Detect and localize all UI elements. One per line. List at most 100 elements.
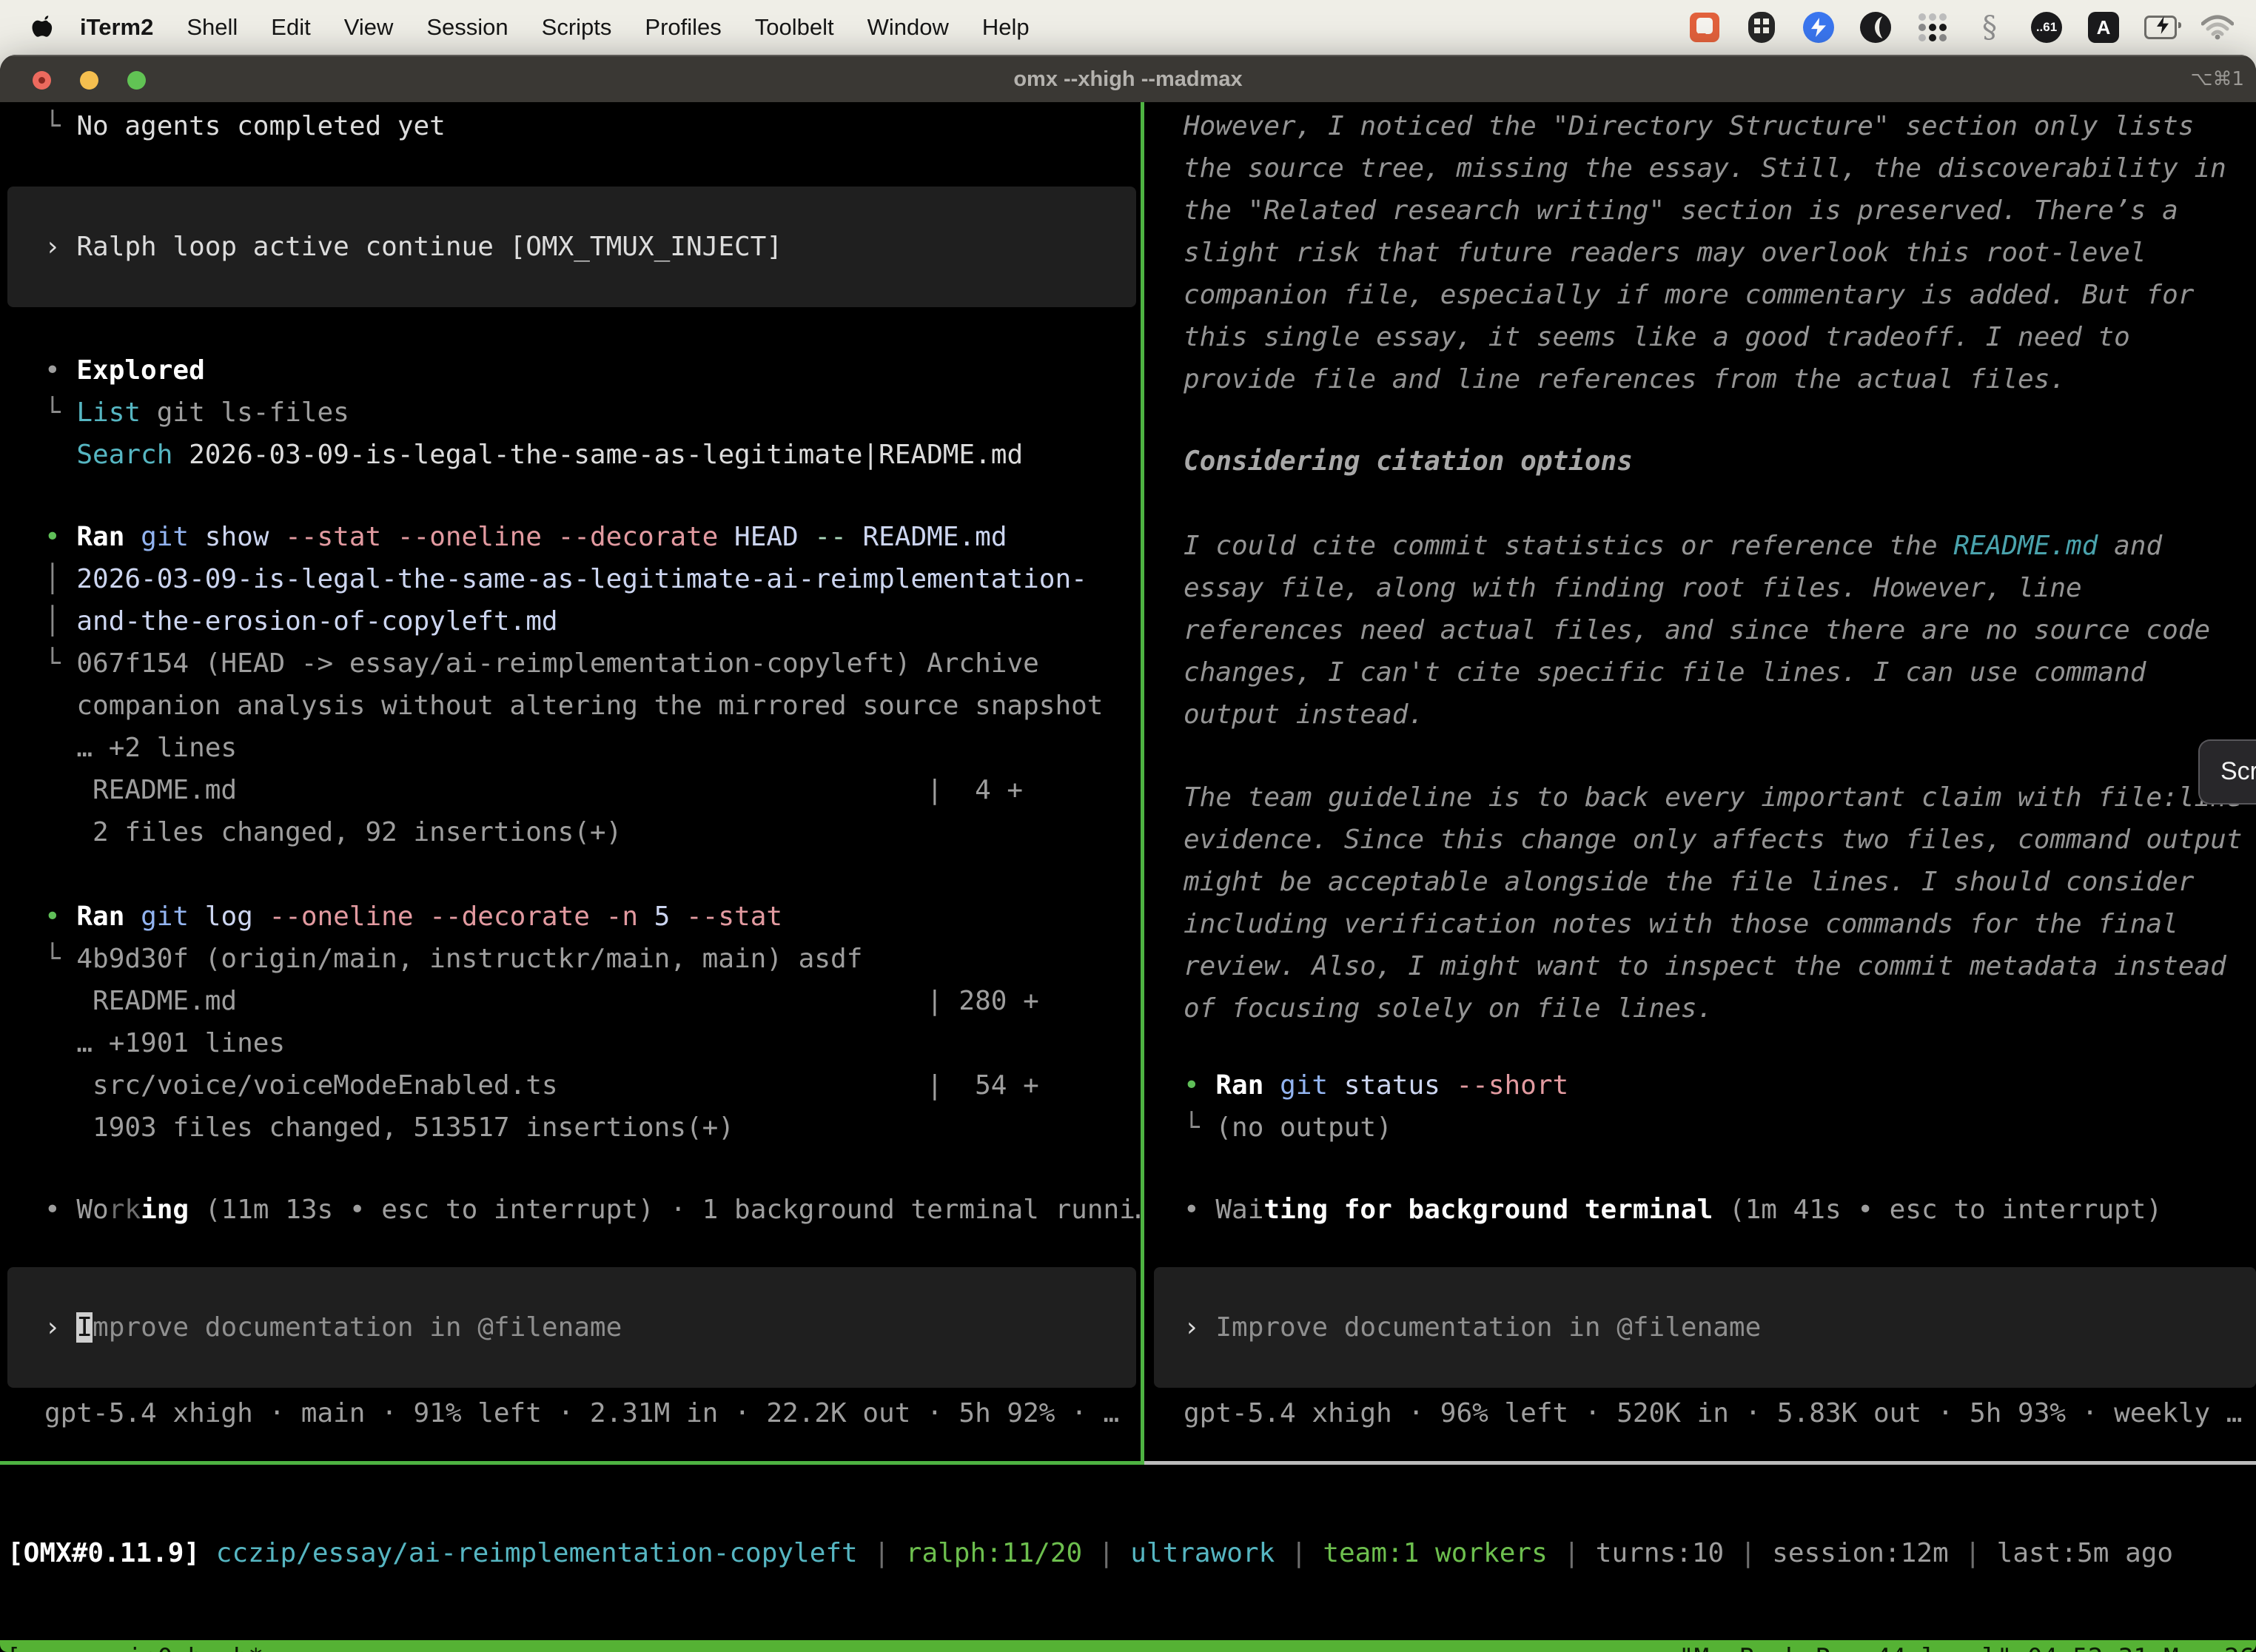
terminal-line: • Explored — [44, 349, 1141, 392]
terminal-block: Considering citation options — [1184, 440, 2256, 483]
terminal-block: However, I noticed the "Directory Struct… — [1184, 105, 2256, 400]
menu-item-help[interactable]: Help — [982, 14, 1030, 41]
dots-grid-icon[interactable] — [1916, 11, 1949, 44]
terminal-block: • Ran git show --stat --oneline --decora… — [44, 516, 1141, 853]
terminal-line: 1903 files changed, 513517 insertions(+) — [44, 1107, 1141, 1149]
terminal-line: might be acceptable alongside the file l… — [1184, 861, 2256, 903]
messenger-icon[interactable] — [1802, 11, 1835, 44]
terminal-line: of focusing solely on file lines. — [1184, 987, 2256, 1030]
terminal-block: └ No agents completed yet — [44, 105, 1141, 147]
menu-item-view[interactable]: View — [344, 14, 394, 41]
terminal-line: slight risk that future readers may over… — [1184, 232, 2256, 274]
terminal-block: gpt-5.4 xhigh · 96% left · 520K in · 5.8… — [1184, 1392, 2256, 1434]
terminal-line: [OMX#0.11.9] cczip/essay/ai-reimplementa… — [7, 1532, 2250, 1574]
terminal-line: The team guideline is to back every impo… — [1184, 776, 2256, 819]
menubar: iTerm2 Shell Edit View Session Scripts Profile… — [0, 0, 2256, 55]
terminal-line: └ 067f154 (HEAD -> essay/ai-reimplementa… — [44, 642, 1141, 685]
tmux-session-label: [omx-cczip0:bash* — [6, 1643, 263, 1652]
terminal-line: changes, I can't cite specific file line… — [1184, 651, 2256, 694]
terminal-line: • Ran git log --oneline --decorate -n 5 … — [44, 896, 1141, 938]
terminal-line: review. Also, I might want to inspect th… — [1184, 945, 2256, 987]
crescent-icon[interactable] — [1859, 11, 1892, 44]
terminal-line: 2 files changed, 92 insertions(+) — [44, 811, 1141, 853]
terminal-line: this single essay, it seems like a good … — [1184, 316, 2256, 358]
menu-item-profiles[interactable]: Profiles — [645, 14, 721, 41]
terminal-line: README.md | 280 + — [44, 980, 1141, 1022]
terminal-line: … +2 lines — [44, 727, 1141, 769]
terminal-line: essay file, along with finding root file… — [1184, 567, 2256, 609]
terminal-line: └ (no output) — [1184, 1107, 2256, 1149]
menu-item-toolbelt[interactable]: Toolbelt — [755, 14, 834, 41]
iterm-window: omx --xhigh --madmax ⌥⌘1 └ No agents com… — [0, 55, 2256, 1652]
omx-status-bar: [OMX#0.11.9] cczip/essay/ai-reimplementa… — [7, 1532, 2250, 1574]
timer-badge-icon[interactable]: ..61 — [2030, 11, 2063, 44]
terminal-line: references need actual files, and since … — [1184, 609, 2256, 651]
tmux-status-bar: [omx-cczip0:bash* "MacBook-Pro-44.local"… — [0, 1640, 2256, 1652]
terminal-line: › Improve documentation in @filename — [44, 1306, 1136, 1349]
prompt-input-box[interactable]: › Ralph loop active continue [OMX_TMUX_I… — [7, 187, 1136, 307]
titlebar[interactable]: omx --xhigh --madmax ⌥⌘1 — [0, 55, 2256, 102]
terminal-block: • Waiting for background terminal (1m 41… — [1184, 1189, 2256, 1231]
terminal-line: … +1901 lines — [44, 1022, 1141, 1064]
terminal-line: the "Related research writing" section i… — [1184, 189, 2256, 232]
tmux-host-clock: "MacBook-Pro-44.local" 04:52 31-Mar-26 — [1679, 1643, 2255, 1652]
shield-icon[interactable] — [1745, 11, 1778, 44]
terminal-line: • Ran git show --stat --oneline --decora… — [44, 516, 1141, 558]
terminal-block: • Ran git status --short└ (no output) — [1184, 1064, 2256, 1149]
terminal-line: I could cite commit statistics or refere… — [1184, 525, 2256, 567]
terminal-line: companion analysis without altering the … — [44, 685, 1141, 727]
menu-item-iterm2[interactable]: iTerm2 — [80, 14, 153, 41]
right-terminal-pane[interactable]: However, I noticed the "Directory Struct… — [1147, 102, 2256, 1461]
battery-icon[interactable] — [2144, 11, 2177, 44]
screen-notification-sliver[interactable]: Scre — [2198, 739, 2256, 805]
terminal-line: › Improve documentation in @filename — [1184, 1306, 2256, 1349]
terminal-line: • Working (11m 13s • esc to interrupt) ·… — [44, 1189, 1141, 1231]
terminal-line: companion file, especially if more comme… — [1184, 274, 2256, 316]
wifi-icon[interactable] — [2201, 11, 2234, 44]
screenshot-icon[interactable] — [1688, 11, 1721, 44]
terminal-block: The team guideline is to back every impo… — [1184, 776, 2256, 1030]
terminal-line: Considering citation options — [1184, 440, 2256, 483]
terminal-block: • Explored└ List git ls-files Search 202… — [44, 349, 1141, 476]
keyboard-layout-icon[interactable]: A — [2087, 11, 2120, 44]
terminal-line: • Waiting for background terminal (1m 41… — [1184, 1189, 2256, 1231]
terminal-line: the source tree, missing the essay. Stil… — [1184, 147, 2256, 189]
menu-item-edit[interactable]: Edit — [271, 14, 310, 41]
apple-icon — [31, 14, 53, 41]
terminal-line: gpt-5.4 xhigh · main · 91% left · 2.31M … — [44, 1392, 1141, 1434]
pane-divider[interactable] — [1141, 102, 1144, 1465]
terminal-line: provide file and line references from th… — [1184, 358, 2256, 400]
terminal-line: including verification notes with those … — [1184, 903, 2256, 945]
hook-icon[interactable]: § — [1973, 11, 2006, 44]
terminal-line: └ No agents completed yet — [44, 105, 1141, 147]
terminal-line: However, I noticed the "Directory Struct… — [1184, 105, 2256, 147]
menu-item-shell[interactable]: Shell — [187, 14, 238, 41]
menu-item-window[interactable]: Window — [867, 14, 949, 41]
terminal-line: └ 4b9d30f (origin/main, instructkr/main,… — [44, 938, 1141, 980]
terminal-area: └ No agents completed yet › Ralph loop ac… — [0, 102, 2256, 1652]
terminal-block: • Working (11m 13s • esc to interrupt) ·… — [44, 1189, 1141, 1231]
terminal-line: › Ralph loop active continue [OMX_TMUX_I… — [44, 226, 1136, 268]
left-terminal-pane[interactable]: └ No agents completed yet › Ralph loop ac… — [0, 102, 1141, 1461]
menu-item-scripts[interactable]: Scripts — [542, 14, 612, 41]
terminal-block: I could cite commit statistics or refere… — [1184, 525, 2256, 736]
terminal-block: • Ran git log --oneline --decorate -n 5 … — [44, 896, 1141, 1149]
terminal-block: gpt-5.4 xhigh · main · 91% left · 2.31M … — [44, 1392, 1141, 1434]
terminal-line: gpt-5.4 xhigh · 96% left · 520K in · 5.8… — [1184, 1392, 2256, 1434]
menu-item-session[interactable]: Session — [426, 14, 508, 41]
apple-menu[interactable] — [31, 14, 53, 41]
terminal-line: output instead. — [1184, 694, 2256, 736]
terminal-line: evidence. Since this change only affects… — [1184, 819, 2256, 861]
window-title: omx --xhigh --madmax — [0, 56, 2256, 104]
screen-notification-text: Scre — [2220, 757, 2256, 785]
terminal-line: └ List git ls-files — [44, 392, 1141, 434]
terminal-line: • Ran git status --short — [1184, 1064, 2256, 1107]
terminal-line: src/voice/voiceModeEnabled.ts | 54 + — [44, 1064, 1141, 1107]
menu-items: iTerm2 Shell Edit View Session Scripts Profile… — [80, 14, 1030, 41]
prompt-input-box[interactable]: › Improve documentation in @filename — [1154, 1267, 2256, 1388]
right-pane-border — [1144, 1461, 2256, 1465]
terminal-line: Search 2026-03-09-is-legal-the-same-as-l… — [44, 434, 1141, 476]
terminal-line: │ 2026-03-09-is-legal-the-same-as-legiti… — [44, 558, 1141, 600]
prompt-input-box[interactable]: › Improve documentation in @filename — [7, 1267, 1136, 1388]
terminal-line: │ and-the-erosion-of-copyleft.md — [44, 600, 1141, 642]
